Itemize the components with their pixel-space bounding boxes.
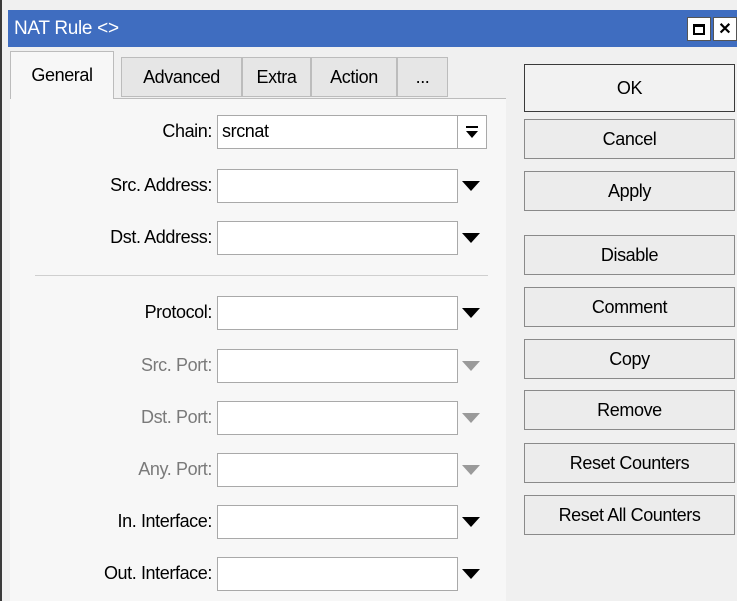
copy-button[interactable]: Copy [524, 339, 735, 379]
reset-counters-button[interactable]: Reset Counters [524, 443, 735, 483]
in-interface-label: In. Interface: [117, 511, 213, 531]
dst-address-field[interactable] [217, 221, 458, 255]
dst-address-row: Dst. Address: [10, 221, 506, 257]
protocol-row: Protocol: [10, 296, 506, 332]
src-port-row: Src. Port: [10, 349, 506, 385]
dst-address-label: Dst. Address: [110, 227, 212, 247]
any-port-row: Any. Port: [10, 453, 506, 489]
out-interface-label: Out. Interface: [103, 563, 212, 583]
src-port-label: Src. Port: [140, 355, 212, 375]
any-port-dropdown-icon [462, 465, 480, 475]
in-interface-dropdown-icon[interactable] [462, 517, 480, 527]
dst-port-dropdown-icon [462, 413, 480, 423]
src-port-dropdown-icon [462, 361, 480, 371]
src-port-field [217, 349, 458, 383]
close-button[interactable]: ✕ [713, 17, 737, 41]
remove-button[interactable]: Remove [524, 390, 735, 430]
chevron-down-icon [466, 130, 478, 138]
chain-label: Chain: [162, 121, 212, 141]
tab-general[interactable]: General [10, 51, 114, 99]
any-port-field [217, 453, 458, 487]
dst-port-row: Dst. Port: [10, 401, 506, 437]
protocol-field[interactable] [217, 296, 458, 330]
tab-advanced[interactable]: Advanced [121, 57, 242, 97]
apply-button[interactable]: Apply [524, 171, 735, 211]
out-interface-dropdown-icon[interactable] [462, 569, 480, 579]
out-interface-row: Out. Interface: [10, 557, 506, 593]
tab-more[interactable]: ... [397, 57, 448, 97]
protocol-label: Protocol: [144, 302, 213, 322]
maximize-icon [693, 23, 705, 35]
in-interface-row: In. Interface: [10, 505, 506, 541]
tab-action[interactable]: Action [311, 57, 397, 97]
close-icon: ✕ [718, 21, 732, 38]
ok-button[interactable]: OK [524, 64, 735, 112]
maximize-button[interactable] [687, 17, 711, 41]
any-port-label: Any. Port: [138, 459, 212, 479]
chain-field[interactable]: srcnat [217, 115, 458, 149]
dst-port-label: Dst. Port: [140, 407, 212, 427]
dst-address-dropdown-icon[interactable] [462, 233, 480, 243]
chain-dropdown-button[interactable] [458, 115, 487, 149]
dropdown-bar-icon [466, 126, 478, 128]
nat-rule-window: NAT Rule <> ✕ General Advanced Extra Act… [0, 0, 737, 601]
tab-bar: General Advanced Extra Action ... [10, 51, 500, 99]
src-address-field[interactable] [217, 169, 458, 203]
src-address-dropdown-icon[interactable] [462, 181, 480, 191]
protocol-dropdown-icon[interactable] [462, 308, 480, 318]
chain-row: Chain: srcnat [10, 115, 506, 151]
src-address-row: Src. Address: [10, 169, 506, 205]
title-bar[interactable]: NAT Rule <> ✕ [8, 10, 737, 47]
in-interface-field[interactable] [217, 505, 458, 539]
general-panel: Chain: srcnat Src. Address: Dst. Address… [10, 98, 506, 601]
reset-all-counters-button[interactable]: Reset All Counters [524, 495, 735, 535]
window-title: NAT Rule <> [14, 18, 119, 39]
disable-button[interactable]: Disable [524, 235, 735, 275]
cancel-button[interactable]: Cancel [524, 119, 735, 159]
section-divider [35, 275, 488, 276]
src-address-label: Src. Address: [110, 175, 212, 195]
out-interface-field[interactable] [217, 557, 458, 591]
dst-port-field [217, 401, 458, 435]
tab-extra[interactable]: Extra [242, 57, 311, 97]
comment-button[interactable]: Comment [524, 287, 735, 327]
